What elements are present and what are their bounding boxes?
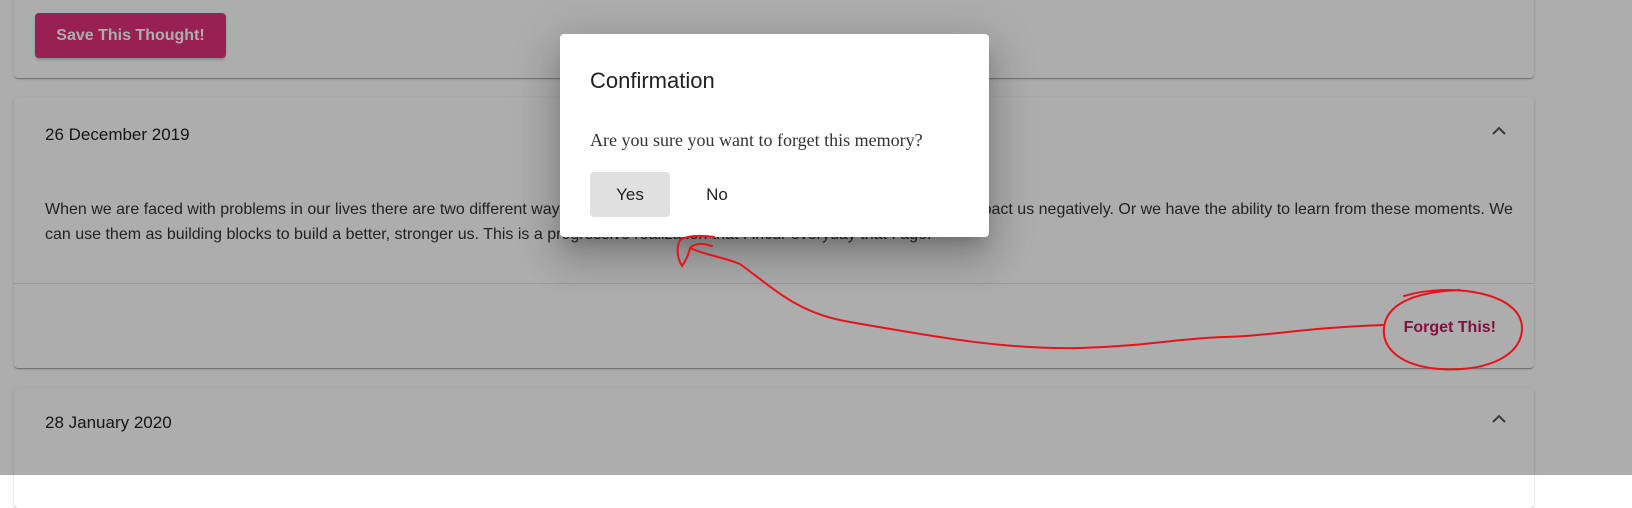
no-button[interactable]: No [682,172,752,217]
yes-button[interactable]: Yes [590,172,670,217]
dialog-message: Are you sure you want to forget this mem… [590,130,923,150]
page: Save This Thought! 26 December 2019 When… [0,0,1632,508]
dialog-title: Confirmation [590,68,715,93]
confirmation-dialog: Confirmation Are you sure you want to fo… [560,34,989,237]
